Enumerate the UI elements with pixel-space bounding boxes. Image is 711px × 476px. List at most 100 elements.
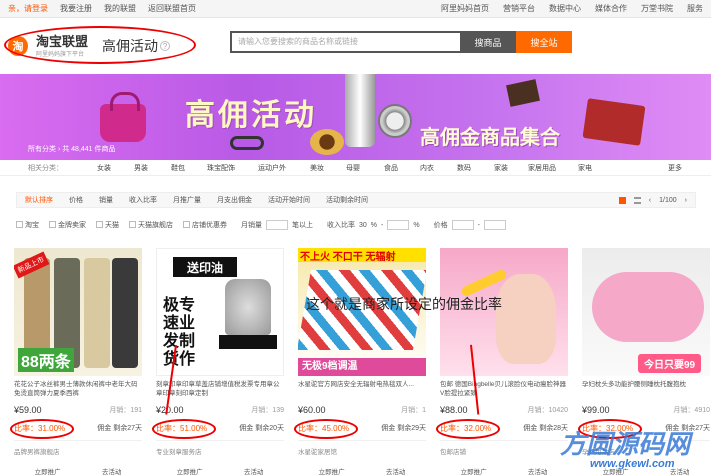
category-item[interactable]: 女装 xyxy=(97,163,111,173)
service-menu[interactable]: 服务 xyxy=(687,3,703,14)
my-alliance-menu[interactable]: 我的联盟 xyxy=(104,3,136,14)
filter-gold-seller[interactable]: 金牌卖家 xyxy=(49,220,86,230)
sort-start-time[interactable]: 活动开始时间 xyxy=(260,195,318,205)
monthly-sales-input[interactable] xyxy=(266,220,288,230)
login-link[interactable]: 亲，请登录 xyxy=(8,3,48,14)
category-item[interactable]: 食品 xyxy=(384,163,398,173)
product-price: ¥99.00 xyxy=(582,405,610,415)
commission-rate: 比率：51.00% xyxy=(156,424,208,433)
promo-columns-text: 极专速业发制货作 xyxy=(163,297,196,368)
category-item[interactable]: 家装 xyxy=(494,163,508,173)
prev-page-icon[interactable]: ‹ xyxy=(649,197,651,204)
category-item[interactable]: 内衣 xyxy=(420,163,434,173)
filter-taobao[interactable]: 淘宝 xyxy=(16,220,39,230)
commission-rate: 比率：31.00% xyxy=(14,424,66,433)
percent-label: % xyxy=(370,221,378,229)
data-center-menu[interactable]: 数据中心 xyxy=(549,3,581,14)
product-image[interactable]: 今日只要99 xyxy=(582,248,710,376)
product-title[interactable]: 孕妇枕头多功能护腰侧睡枕托腹抱枕 xyxy=(582,380,710,398)
product-price: ¥20.00 xyxy=(156,405,184,415)
search-all-button[interactable]: 搜全站 xyxy=(516,31,572,53)
sort-default[interactable]: 默认排序 xyxy=(17,195,61,205)
checkbox[interactable] xyxy=(96,221,103,228)
product-card[interactable]: 不上火 不口干 无辐射 无极9档调温 水星驼官方网店安全无辐射电热毯双人... … xyxy=(294,248,426,476)
media-menu[interactable]: 媒体合作 xyxy=(595,3,627,14)
category-item[interactable]: 母婴 xyxy=(346,163,360,173)
gift-box-image xyxy=(582,98,646,146)
logo[interactable]: 淘 淘宝联盟 阿里妈妈旗下平台 高佣活动? xyxy=(8,33,208,58)
commission-rate: 比率：45.00% xyxy=(298,424,350,433)
shop-name[interactable]: 专业刻章服务店 xyxy=(156,446,202,456)
sort-price[interactable]: 价格 xyxy=(61,195,91,205)
monthly-sales: 月销：10420 xyxy=(527,407,568,414)
category-label: 相关分类： xyxy=(28,164,63,172)
promote-button[interactable]: 立即推广 xyxy=(319,466,345,476)
product-title[interactable]: 刻章印章印章草盖店铺增值税发票专用章公章印章刻印章定制 xyxy=(156,380,284,398)
handbag-image xyxy=(100,92,146,142)
category-more-button[interactable]: 更多 xyxy=(668,163,682,173)
category-item[interactable]: 运动户外 xyxy=(258,163,286,173)
product-card[interactable]: 包邮 德国Bingbelle贝儿滚脸仪电动瘦脸神器V脸提拉紧致 ¥88.00 月销… xyxy=(436,248,568,476)
product-title[interactable]: 水星驼官方网店安全无辐射电热毯双人... xyxy=(298,380,426,398)
shop-name[interactable]: 品牌男裤旗舰店 xyxy=(14,446,60,456)
category-item[interactable]: 珠宝配饰 xyxy=(207,163,235,173)
marketing-menu[interactable]: 营销平台 xyxy=(503,3,535,14)
search-product-button[interactable]: 搜商品 xyxy=(460,31,516,53)
income-ratio-input[interactable]: 30 xyxy=(359,222,367,229)
register-link[interactable]: 我要注册 xyxy=(60,3,92,14)
school-link[interactable]: 万堂书院 xyxy=(641,3,673,14)
category-item[interactable]: 家电 xyxy=(578,163,592,173)
income-ratio-max-input[interactable] xyxy=(387,220,410,230)
wallet-image xyxy=(506,79,540,107)
activity-button[interactable]: 去活动 xyxy=(102,466,122,476)
filter-coupon[interactable]: 店铺优惠券 xyxy=(183,220,227,230)
price-label: 价格 xyxy=(433,222,448,229)
price-max-input[interactable] xyxy=(483,220,506,230)
category-item[interactable]: 家居用品 xyxy=(528,163,556,173)
product-title[interactable]: 花花公子冰丝裤男士薄款休闲裤中老年大码免烫直筒弹力夏季西裤 xyxy=(14,380,142,398)
sort-monthly-promo[interactable]: 月推广量 xyxy=(165,195,209,205)
promote-button[interactable]: 立即推广 xyxy=(35,466,61,476)
activity-button[interactable]: 去活动 xyxy=(386,466,406,476)
category-item[interactable]: 男装 xyxy=(134,163,148,173)
shop-name[interactable]: 包邮店铺 xyxy=(440,446,466,456)
sort-income-ratio[interactable]: 收入比率 xyxy=(121,195,165,205)
filter-tmall[interactable]: 天猫 xyxy=(96,220,119,230)
checkbox[interactable] xyxy=(16,221,23,228)
promote-button[interactable]: 立即推广 xyxy=(461,466,487,476)
help-icon[interactable]: ? xyxy=(160,41,171,51)
header: 淘 淘宝联盟 阿里妈妈旗下平台 高佣活动? 请输入您要搜索的商品名称或链接 搜商… xyxy=(0,18,711,74)
product-card[interactable]: 新品上市 88两条 花花公子冰丝裤男士薄款休闲裤中老年大码免烫直筒弹力夏季西裤 … xyxy=(10,248,142,476)
price-min-input[interactable] xyxy=(451,220,474,230)
category-item[interactable]: 鞋包 xyxy=(171,163,185,173)
grid-view-icon[interactable] xyxy=(618,196,626,204)
sunglasses-image xyxy=(230,136,264,150)
alimama-home-link[interactable]: 阿里妈妈首页 xyxy=(441,3,489,14)
product-image[interactable]: 新品上市 88两条 xyxy=(14,248,142,376)
activity-button[interactable]: 去活动 xyxy=(244,466,264,476)
sort-monthly-commission[interactable]: 月支出佣金 xyxy=(209,195,260,205)
monthly-sales: 月销：4910 xyxy=(673,407,710,414)
filter-tmall-flagship[interactable]: 天猫旗舰店 xyxy=(129,220,173,230)
sort-sales[interactable]: 销量 xyxy=(91,195,121,205)
model-image xyxy=(496,274,556,364)
activity-button[interactable]: 去活动 xyxy=(528,466,548,476)
sort-remaining-time[interactable]: 活动剩余时间 xyxy=(318,195,376,205)
promote-button[interactable]: 立即推广 xyxy=(177,466,203,476)
checkbox[interactable] xyxy=(49,221,56,228)
promo-banner: 高佣活动 高佣金商品集合 所有分类 › 共 48,441 件商品 xyxy=(0,74,711,160)
logo-title: 淘宝联盟 xyxy=(36,33,89,49)
category-item[interactable]: 美妆 xyxy=(310,163,324,173)
search-input[interactable]: 请输入您要搜索的商品名称或链接 xyxy=(230,31,460,53)
watermark-url: www.gkewl.com xyxy=(590,458,675,470)
product-title[interactable]: 包邮 德国Bingbelle贝儿滚脸仪电动瘦脸神器V脸提拉紧致 xyxy=(440,380,568,398)
category-item[interactable]: 数码 xyxy=(457,163,471,173)
back-home-link[interactable]: 返回联盟首页 xyxy=(148,3,196,14)
checkbox[interactable] xyxy=(183,221,190,228)
next-page-icon[interactable]: › xyxy=(685,197,687,204)
income-ratio-label: 收入比率 xyxy=(327,222,355,229)
shop-name[interactable]: 水星驼家居馆 xyxy=(298,446,337,456)
list-view-icon[interactable] xyxy=(633,196,641,204)
stamp-image xyxy=(225,279,271,335)
checkbox[interactable] xyxy=(129,221,136,228)
